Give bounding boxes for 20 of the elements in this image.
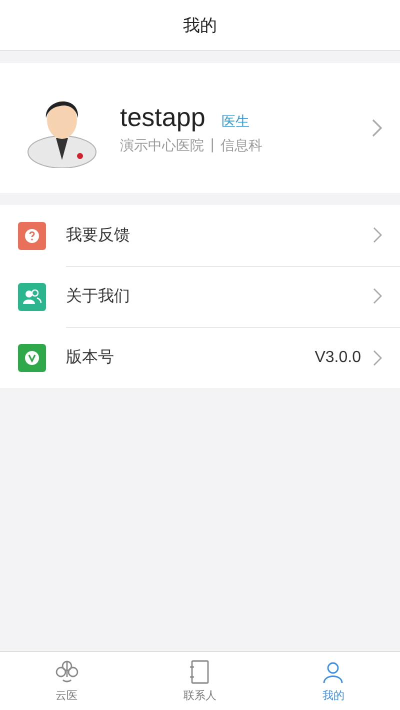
menu-label: 版本号: [66, 347, 115, 368]
menu-label: 关于我们: [66, 286, 131, 306]
page-title: 我的: [183, 14, 217, 36]
hospital-name: 演示中心医院: [120, 136, 204, 154]
chevron-icon: [372, 119, 382, 137]
chevron-icon: [373, 227, 382, 243]
user-name: testapp: [120, 102, 206, 132]
chevron-icon: [373, 288, 382, 304]
menu-item[interactable]: 我要反馈: [0, 205, 400, 266]
profile-card[interactable]: testapp 医生 演示中心医院 | 信息科: [0, 63, 400, 193]
menu-label: 我要反馈: [66, 224, 131, 246]
separator-text: |: [210, 136, 215, 154]
menu-item[interactable]: 版本号 V3.0.0: [0, 327, 400, 388]
tab[interactable]: 云医: [0, 652, 134, 710]
department-name: 信息科: [220, 136, 263, 154]
chevron-icon: [373, 350, 382, 366]
user-role: 医生: [221, 112, 250, 130]
version-number: V3.0.0: [314, 348, 361, 366]
tab[interactable]: 联系人: [133, 652, 267, 710]
menu-item[interactable]: 关于我们: [0, 266, 400, 327]
